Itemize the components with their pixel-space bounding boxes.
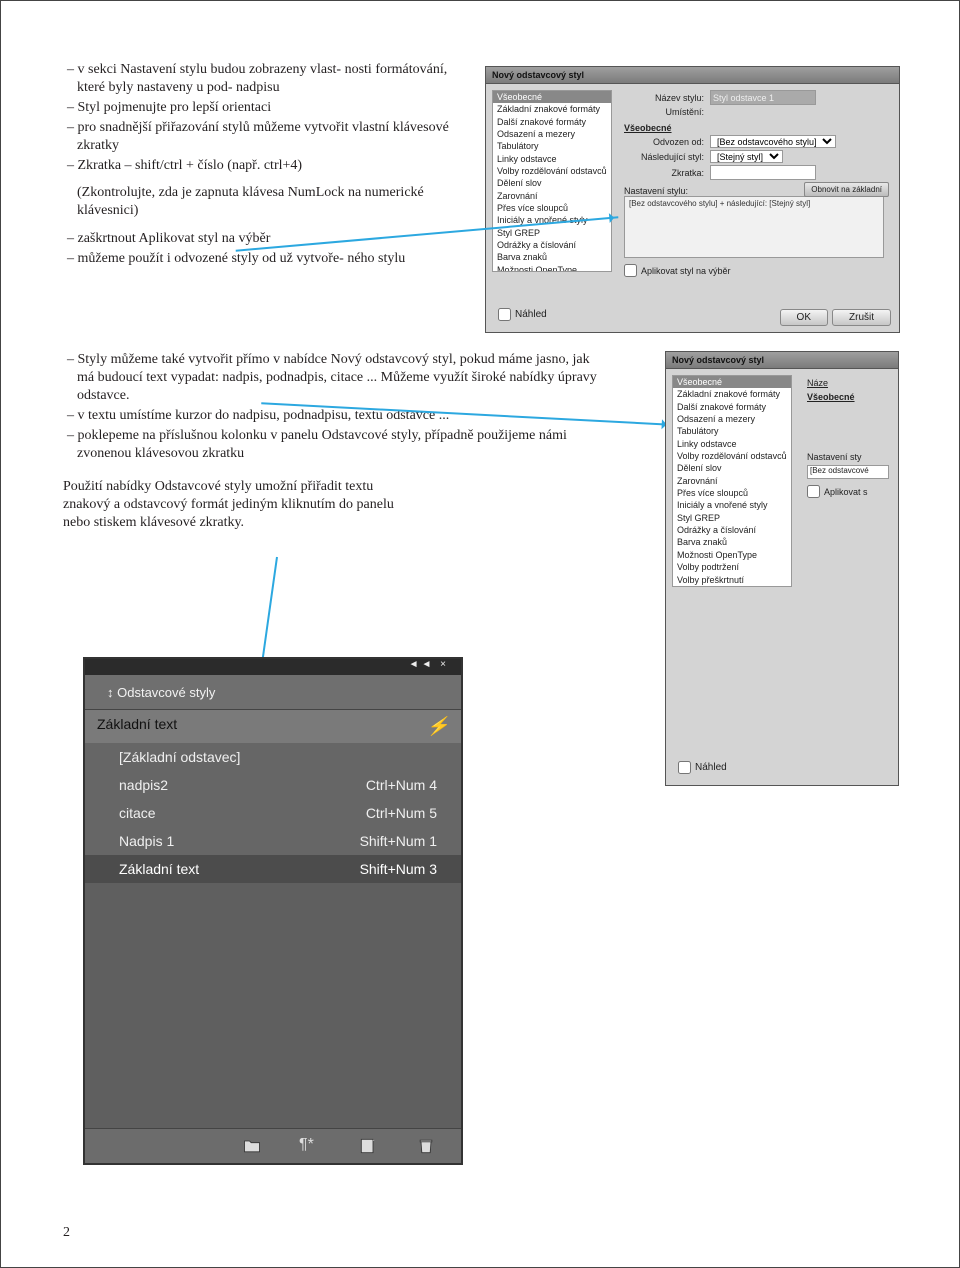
- cat-item[interactable]: Dělení slov: [673, 462, 791, 474]
- dialog-category-list[interactable]: Všeobecné Základní znakové formáty Další…: [672, 375, 792, 587]
- panel-tab[interactable]: ↕ Odstavcové styly: [95, 681, 227, 703]
- usage-note: Použití nabídky Odstavcové styly umožní …: [63, 478, 603, 532]
- folder-icon[interactable]: [241, 1136, 263, 1156]
- shortcut-label: Zkratka:: [624, 168, 710, 178]
- style-settings-box: [Bez odstavcové: [807, 465, 889, 479]
- apply-style-checkbox-row[interactable]: Aplikovat styl na výběr: [624, 264, 893, 277]
- next-style-label: Následující styl:: [624, 152, 710, 162]
- cat-item[interactable]: Volby rozdělování odstavců: [673, 450, 791, 462]
- clear-overrides-icon[interactable]: ¶*: [299, 1136, 321, 1156]
- section-title: Všeobecné: [804, 388, 892, 404]
- cancel-button[interactable]: Zrušit: [832, 309, 891, 326]
- cat-item[interactable]: Přes více sloupců: [673, 487, 791, 499]
- override-icon: ⚡: [427, 716, 449, 737]
- cat-item[interactable]: Další znakové formáty: [493, 116, 611, 128]
- new-style-icon[interactable]: [357, 1136, 379, 1156]
- dialog-category-list[interactable]: Všeobecné Základní znakové formáty Další…: [492, 90, 612, 272]
- preview-checkbox[interactable]: [678, 761, 691, 774]
- panel-current-style: Základní text: [97, 716, 177, 737]
- cat-item[interactable]: Linky odstavce: [493, 153, 611, 165]
- cat-item[interactable]: Styl GREP: [493, 227, 611, 239]
- cat-item[interactable]: Možnosti OpenType: [673, 549, 791, 561]
- paragraph-styles-panel: ◄◄ × ↕ Odstavcové styly Základní text ⚡ …: [83, 657, 463, 1165]
- section-title: Všeobecné: [624, 119, 893, 135]
- preview-checkbox-row[interactable]: Náhled: [494, 305, 547, 324]
- cat-item[interactable]: Tabulátory: [673, 425, 791, 437]
- new-paragraph-style-dialog-cropped: Nový odstavcový styl Všeobecné Základní …: [665, 351, 899, 786]
- parenthesis-note: (Zkontrolujte, zda je zapnuta klávesa Nu…: [77, 184, 463, 220]
- cat-item[interactable]: Odrážky a číslování: [493, 239, 611, 251]
- style-settings-label: Nastavení sty: [804, 404, 892, 462]
- cat-item[interactable]: Možnosti OpenType: [493, 264, 611, 272]
- cat-item[interactable]: Všeobecné: [493, 91, 611, 103]
- cat-item[interactable]: Zarovnání: [673, 475, 791, 487]
- cat-item[interactable]: Linky odstavce: [673, 438, 791, 450]
- cat-item[interactable]: Další znakové formáty: [673, 401, 791, 413]
- shortcut-input[interactable]: [710, 165, 816, 180]
- bullet: Zkratka – shift/ctrl + číslo (např. ctrl…: [63, 157, 463, 175]
- style-row[interactable]: Nadpis 1Shift+Num 1: [85, 827, 461, 855]
- ok-button[interactable]: OK: [780, 309, 828, 326]
- cat-item[interactable]: Iniciály a vnořené styly: [673, 499, 791, 511]
- bullet: Styl pojmenujte pro lepší orientaci: [63, 99, 463, 117]
- style-row[interactable]: citaceCtrl+Num 5: [85, 799, 461, 827]
- cat-item[interactable]: Zarovnání: [493, 190, 611, 202]
- cat-item[interactable]: Barva znaků: [673, 536, 791, 548]
- cat-item[interactable]: Všeobecné: [673, 376, 791, 388]
- trash-icon[interactable]: [415, 1136, 437, 1156]
- cat-item[interactable]: Základní znakové formáty: [493, 103, 611, 115]
- apply-style-label: Aplikovat styl na výběr: [641, 266, 731, 276]
- page-number: 2: [63, 1225, 70, 1241]
- styles-list[interactable]: [Základní odstavec] nadpis2Ctrl+Num 4 ci…: [85, 743, 461, 883]
- bullet: zaškrtnout Aplikovat styl na výběr: [63, 230, 463, 248]
- style-row[interactable]: [Základní odstavec]: [85, 743, 461, 771]
- instructions-block-2: Styly můžeme také vytvořit přímo v nabíd…: [63, 351, 603, 532]
- based-on-select[interactable]: [Bez odstavcového stylu]: [710, 135, 836, 148]
- placement-label: Umístění:: [624, 107, 710, 117]
- panel-collapse-bar[interactable]: ◄◄ ×: [85, 659, 461, 675]
- cat-item[interactable]: Dělení slov: [493, 177, 611, 189]
- dialog-title: Nový odstavcový styl: [486, 67, 899, 84]
- style-name-label: Název stylu:: [624, 93, 710, 103]
- cat-item[interactable]: Volby přeškrtnutí: [673, 574, 791, 586]
- bullet: v sekci Nastavení stylu budou zobrazeny …: [63, 61, 463, 97]
- cat-item[interactable]: Styl GREP: [673, 512, 791, 524]
- cat-item[interactable]: Odrážky a číslování: [673, 524, 791, 536]
- next-style-select[interactable]: [Stejný styl]: [710, 150, 783, 163]
- cat-item[interactable]: Odsazení a mezery: [673, 413, 791, 425]
- style-name-input[interactable]: [710, 90, 816, 105]
- preview-checkbox[interactable]: [498, 308, 511, 321]
- bullet: Styly můžeme také vytvořit přímo v nabíd…: [63, 351, 603, 405]
- style-name-label: Náze: [804, 375, 892, 388]
- cat-item[interactable]: Volby podtržení: [673, 561, 791, 573]
- apply-style-checkbox[interactable]: [624, 264, 637, 277]
- bullet: poklepeme na příslušnou kolonku v panelu…: [63, 427, 603, 463]
- style-row-selected[interactable]: Základní textShift+Num 3: [85, 855, 461, 883]
- cat-item[interactable]: Volby rozdělování odstavců: [493, 165, 611, 177]
- based-on-label: Odvozen od:: [624, 137, 710, 147]
- bullet: pro snadnější přiřazování stylů můžeme v…: [63, 119, 463, 155]
- style-settings-box: [Bez odstavcového stylu] + následující: …: [624, 196, 884, 258]
- cat-item[interactable]: Tabulátory: [493, 140, 611, 152]
- apply-style-checkbox[interactable]: [807, 485, 820, 498]
- cat-item[interactable]: Základní znakové formáty: [673, 388, 791, 400]
- cat-item[interactable]: Odsazení a mezery: [493, 128, 611, 140]
- dialog-title: Nový odstavcový styl: [666, 352, 898, 369]
- cat-item[interactable]: Přes více sloupců: [493, 202, 611, 214]
- restore-button[interactable]: Obnovit na základní: [804, 182, 889, 197]
- cat-item[interactable]: Barva znaků: [493, 251, 611, 263]
- style-row[interactable]: nadpis2Ctrl+Num 4: [85, 771, 461, 799]
- bullet: můžeme použít i odvozené styly od už vyt…: [63, 250, 463, 268]
- new-paragraph-style-dialog: Nový odstavcový styl Všeobecné Základní …: [485, 66, 900, 333]
